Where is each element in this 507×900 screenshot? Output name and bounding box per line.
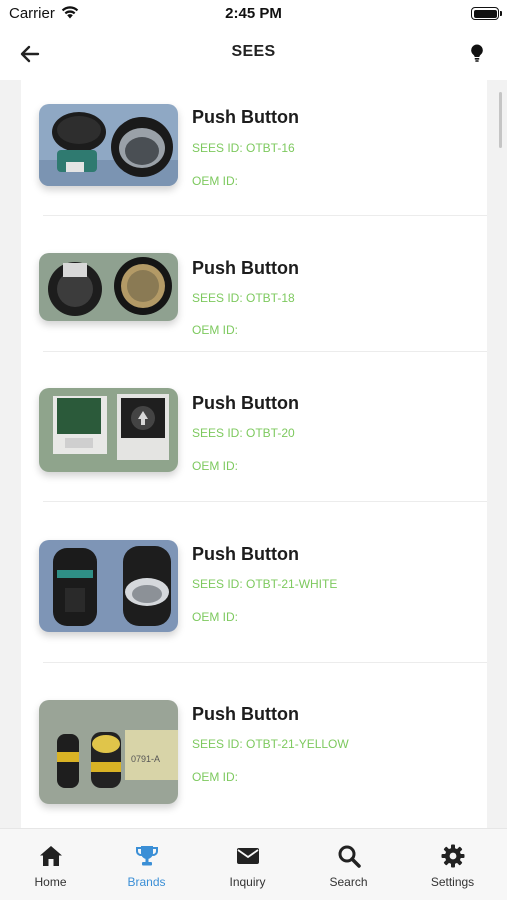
tab-settings[interactable]: Settings [402,829,503,895]
sees-id-label: SEES ID: OTBT-16 [192,141,295,155]
tab-home[interactable]: Home [0,829,101,895]
divider [43,351,487,352]
product-title: Push Button [192,258,299,278]
sees-id-label: SEES ID: OTBT-21-WHITE [192,577,338,591]
sees-id-label: SEES ID: OTBT-21-YELLOW [192,737,349,751]
tab-label: Settings [430,875,475,889]
sees-id-label: SEES ID: OTBT-18 [192,291,295,305]
tab-label: Inquiry [229,875,266,889]
product-thumbnail: 0791-A [39,700,178,804]
product-item[interactable]: Push Button SEES ID: OTBT-21-WHITE OEM I… [21,540,487,660]
oem-id-label: OEM ID: [192,459,239,473]
product-title: Push Button [192,107,299,127]
status-bar: Carrier 2:45 PM [0,0,507,28]
product-list: Push Button SEES ID: OTBT-16 OEM ID: Pus… [21,80,487,828]
product-item[interactable]: 0791-A Push Button SEES ID: OTBT-21-YELL… [21,700,487,828]
tab-label: Search [329,875,368,889]
oem-id-label: OEM ID: [192,174,239,188]
tab-search[interactable]: Search [298,829,399,895]
divider [43,501,487,502]
tab-label: Home [34,875,67,889]
oem-id-label: OEM ID: [192,770,239,784]
product-title: Push Button [192,704,299,724]
product-title: Push Button [192,544,299,564]
product-item[interactable]: Push Button SEES ID: OTBT-18 OEM ID: [21,253,487,353]
product-item[interactable]: Push Button SEES ID: OTBT-20 OEM ID: [21,388,487,498]
product-thumbnail [39,540,178,632]
sees-id-label: SEES ID: OTBT-20 [192,426,295,440]
gear-icon [441,844,464,868]
product-thumbnail [39,104,178,186]
search-icon [338,845,361,868]
tab-brands[interactable]: Brands [96,829,197,895]
battery-icon [471,7,502,20]
trophy-icon [135,846,158,866]
product-title: Push Button [192,393,299,413]
product-item[interactable]: Push Button SEES ID: OTBT-16 OEM ID: [21,104,487,216]
oem-id-label: OEM ID: [192,610,239,624]
tab-inquiry[interactable]: Inquiry [197,829,298,895]
status-time: 2:45 PM [225,5,282,22]
envelope-icon [236,848,259,864]
bottom-tab-bar: Home Brands Inquiry Search Settings [0,828,507,900]
oem-id-label: OEM ID: [192,323,239,337]
divider [43,662,487,663]
lightbulb-icon[interactable] [465,41,489,65]
product-list-container[interactable]: Push Button SEES ID: OTBT-16 OEM ID: Pus… [0,80,507,828]
svg-text:0791-A: 0791-A [131,754,160,764]
product-thumbnail [39,253,178,321]
page-title: SEES [231,43,276,60]
home-icon [39,846,62,866]
product-thumbnail [39,388,178,472]
divider [43,215,487,216]
tab-label: Brands [127,875,166,889]
nav-header: SEES [0,28,507,80]
scrollbar[interactable] [499,92,502,148]
